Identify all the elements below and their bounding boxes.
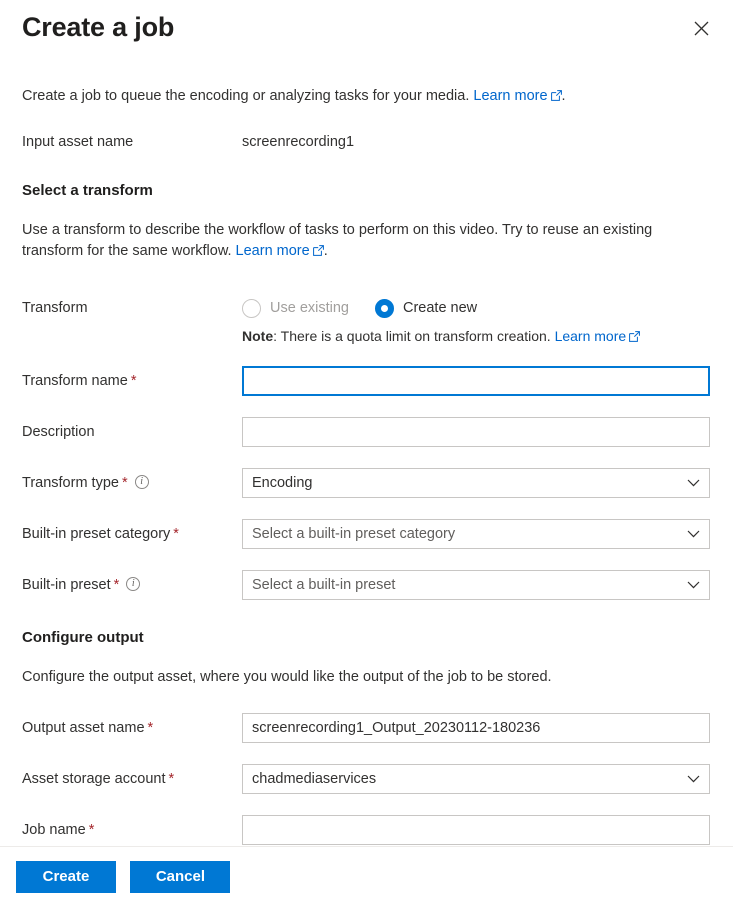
required-asterisk: *: [113, 577, 120, 593]
storage-account-label-text: Asset storage account: [22, 771, 166, 787]
close-icon[interactable]: [683, 10, 719, 46]
input-asset-value: screenrecording1: [242, 134, 355, 150]
preset-label: Built-in preset *: [22, 571, 141, 599]
select-transform-heading: Select a transform: [22, 182, 153, 199]
external-link-icon: [550, 87, 562, 107]
preset-category-row: Built-in preset category * Select a built…: [0, 519, 733, 549]
storage-account-dropdown[interactable]: chadmediaservices: [242, 764, 710, 794]
intro-text-main: Create a job to queue the encoding or an…: [22, 88, 470, 104]
panel-content: Create a job to queue the encoding or an…: [0, 60, 733, 846]
required-asterisk: *: [147, 720, 154, 736]
note-text: : There is a quota limit on transform cr…: [273, 328, 551, 344]
required-asterisk: *: [121, 475, 128, 491]
select-transform-description-main: Use a transform to describe the workflow…: [22, 222, 653, 259]
panel-footer: Create Cancel: [0, 846, 733, 908]
job-name-label: Job name *: [22, 816, 94, 844]
preset-label-text: Built-in preset: [22, 577, 111, 593]
info-icon[interactable]: [134, 474, 149, 489]
preset-dropdown[interactable]: Select a built-in preset: [242, 570, 710, 600]
panel-header: Create a job: [0, 0, 733, 60]
radio-create-new[interactable]: Create new: [374, 298, 478, 318]
create-button[interactable]: Create: [16, 861, 116, 893]
note-bold-label: Note: [242, 328, 274, 344]
input-asset-label: Input asset name: [22, 134, 134, 150]
info-icon[interactable]: [126, 576, 141, 591]
transform-mode-row: Transform Use existing Create new: [0, 294, 733, 322]
transform-name-label-text: Transform name: [22, 373, 128, 389]
external-link-icon: [312, 242, 324, 263]
output-asset-row: Output asset name *: [0, 713, 733, 743]
radio-mark-icon: [374, 298, 394, 318]
transform-name-label: Transform name *: [22, 367, 136, 395]
transform-name-row: Transform name *: [0, 366, 733, 396]
output-asset-label-text: Output asset name: [22, 720, 145, 736]
select-transform-description-tail: .: [323, 243, 328, 259]
radio-create-new-label: Create new: [402, 300, 478, 316]
job-name-label-text: Job name: [22, 822, 86, 838]
transform-radio-group: Use existing Create new: [242, 294, 503, 322]
preset-category-value: Select a built-in preset category: [252, 526, 456, 542]
transform-name-input[interactable]: [242, 366, 710, 396]
intro-text-tail: .: [561, 88, 566, 104]
preset-category-label: Built-in preset category *: [22, 520, 179, 548]
transform-quota-note: Note: There is a quota limit on transfor…: [242, 326, 641, 347]
output-asset-input[interactable]: [242, 713, 710, 743]
transform-type-value: Encoding: [252, 475, 313, 491]
page-title: Create a job: [22, 12, 175, 42]
radio-use-existing-label: Use existing: [270, 300, 349, 316]
cancel-button[interactable]: Cancel: [130, 861, 231, 893]
preset-value: Select a built-in preset: [252, 577, 396, 593]
configure-output-description: Configure the output asset, where you wo…: [22, 669, 552, 685]
preset-category-dropdown[interactable]: Select a built-in preset category: [242, 519, 710, 549]
transform-description-row: Description: [0, 417, 733, 447]
chevron-down-icon: [687, 469, 700, 497]
chevron-down-icon: [687, 571, 700, 599]
preset-row: Built-in preset* Select a built-in prese…: [0, 570, 733, 600]
transform-type-row: Transform type* Encoding: [0, 468, 733, 498]
transform-description-label: Description: [22, 424, 95, 440]
select-transform-description: Use a transform to describe the workflow…: [22, 220, 702, 262]
output-asset-label: Output asset name *: [22, 714, 153, 742]
select-transform-learn-more-link[interactable]: Learn more: [236, 243, 310, 259]
close-glyph: [694, 21, 708, 35]
external-link-icon: [629, 327, 641, 347]
transform-type-label: Transform type *: [22, 469, 149, 497]
chevron-down-icon: [687, 765, 700, 793]
configure-output-heading: Configure output: [22, 629, 144, 646]
input-asset-row: Input asset name screenrecording1: [0, 128, 733, 156]
note-learn-more-link[interactable]: Learn more: [555, 328, 627, 344]
intro-text: Create a job to queue the encoding or an…: [22, 86, 712, 106]
storage-account-label: Asset storage account *: [22, 765, 174, 793]
transform-type-dropdown[interactable]: Encoding: [242, 468, 710, 498]
required-asterisk: *: [168, 771, 175, 787]
job-name-row: Job name *: [0, 815, 733, 845]
required-asterisk: *: [173, 526, 179, 542]
preset-category-label-text: Built-in preset category: [22, 526, 171, 542]
radio-use-existing[interactable]: Use existing: [242, 298, 349, 318]
job-name-input[interactable]: [242, 815, 710, 845]
transform-type-label-text: Transform type: [22, 475, 119, 491]
storage-account-row: Asset storage account * chadmediaservices: [0, 764, 733, 794]
chevron-down-icon: [687, 520, 700, 548]
required-asterisk: *: [130, 373, 137, 389]
transform-label: Transform: [22, 300, 88, 316]
required-asterisk: *: [88, 822, 95, 838]
create-job-panel: Create a job Create a job to queue the e…: [0, 0, 733, 908]
radio-mark-icon: [242, 298, 261, 318]
intro-learn-more-link[interactable]: Learn more: [473, 88, 547, 104]
storage-account-value: chadmediaservices: [252, 771, 377, 787]
transform-description-input[interactable]: [242, 417, 710, 447]
